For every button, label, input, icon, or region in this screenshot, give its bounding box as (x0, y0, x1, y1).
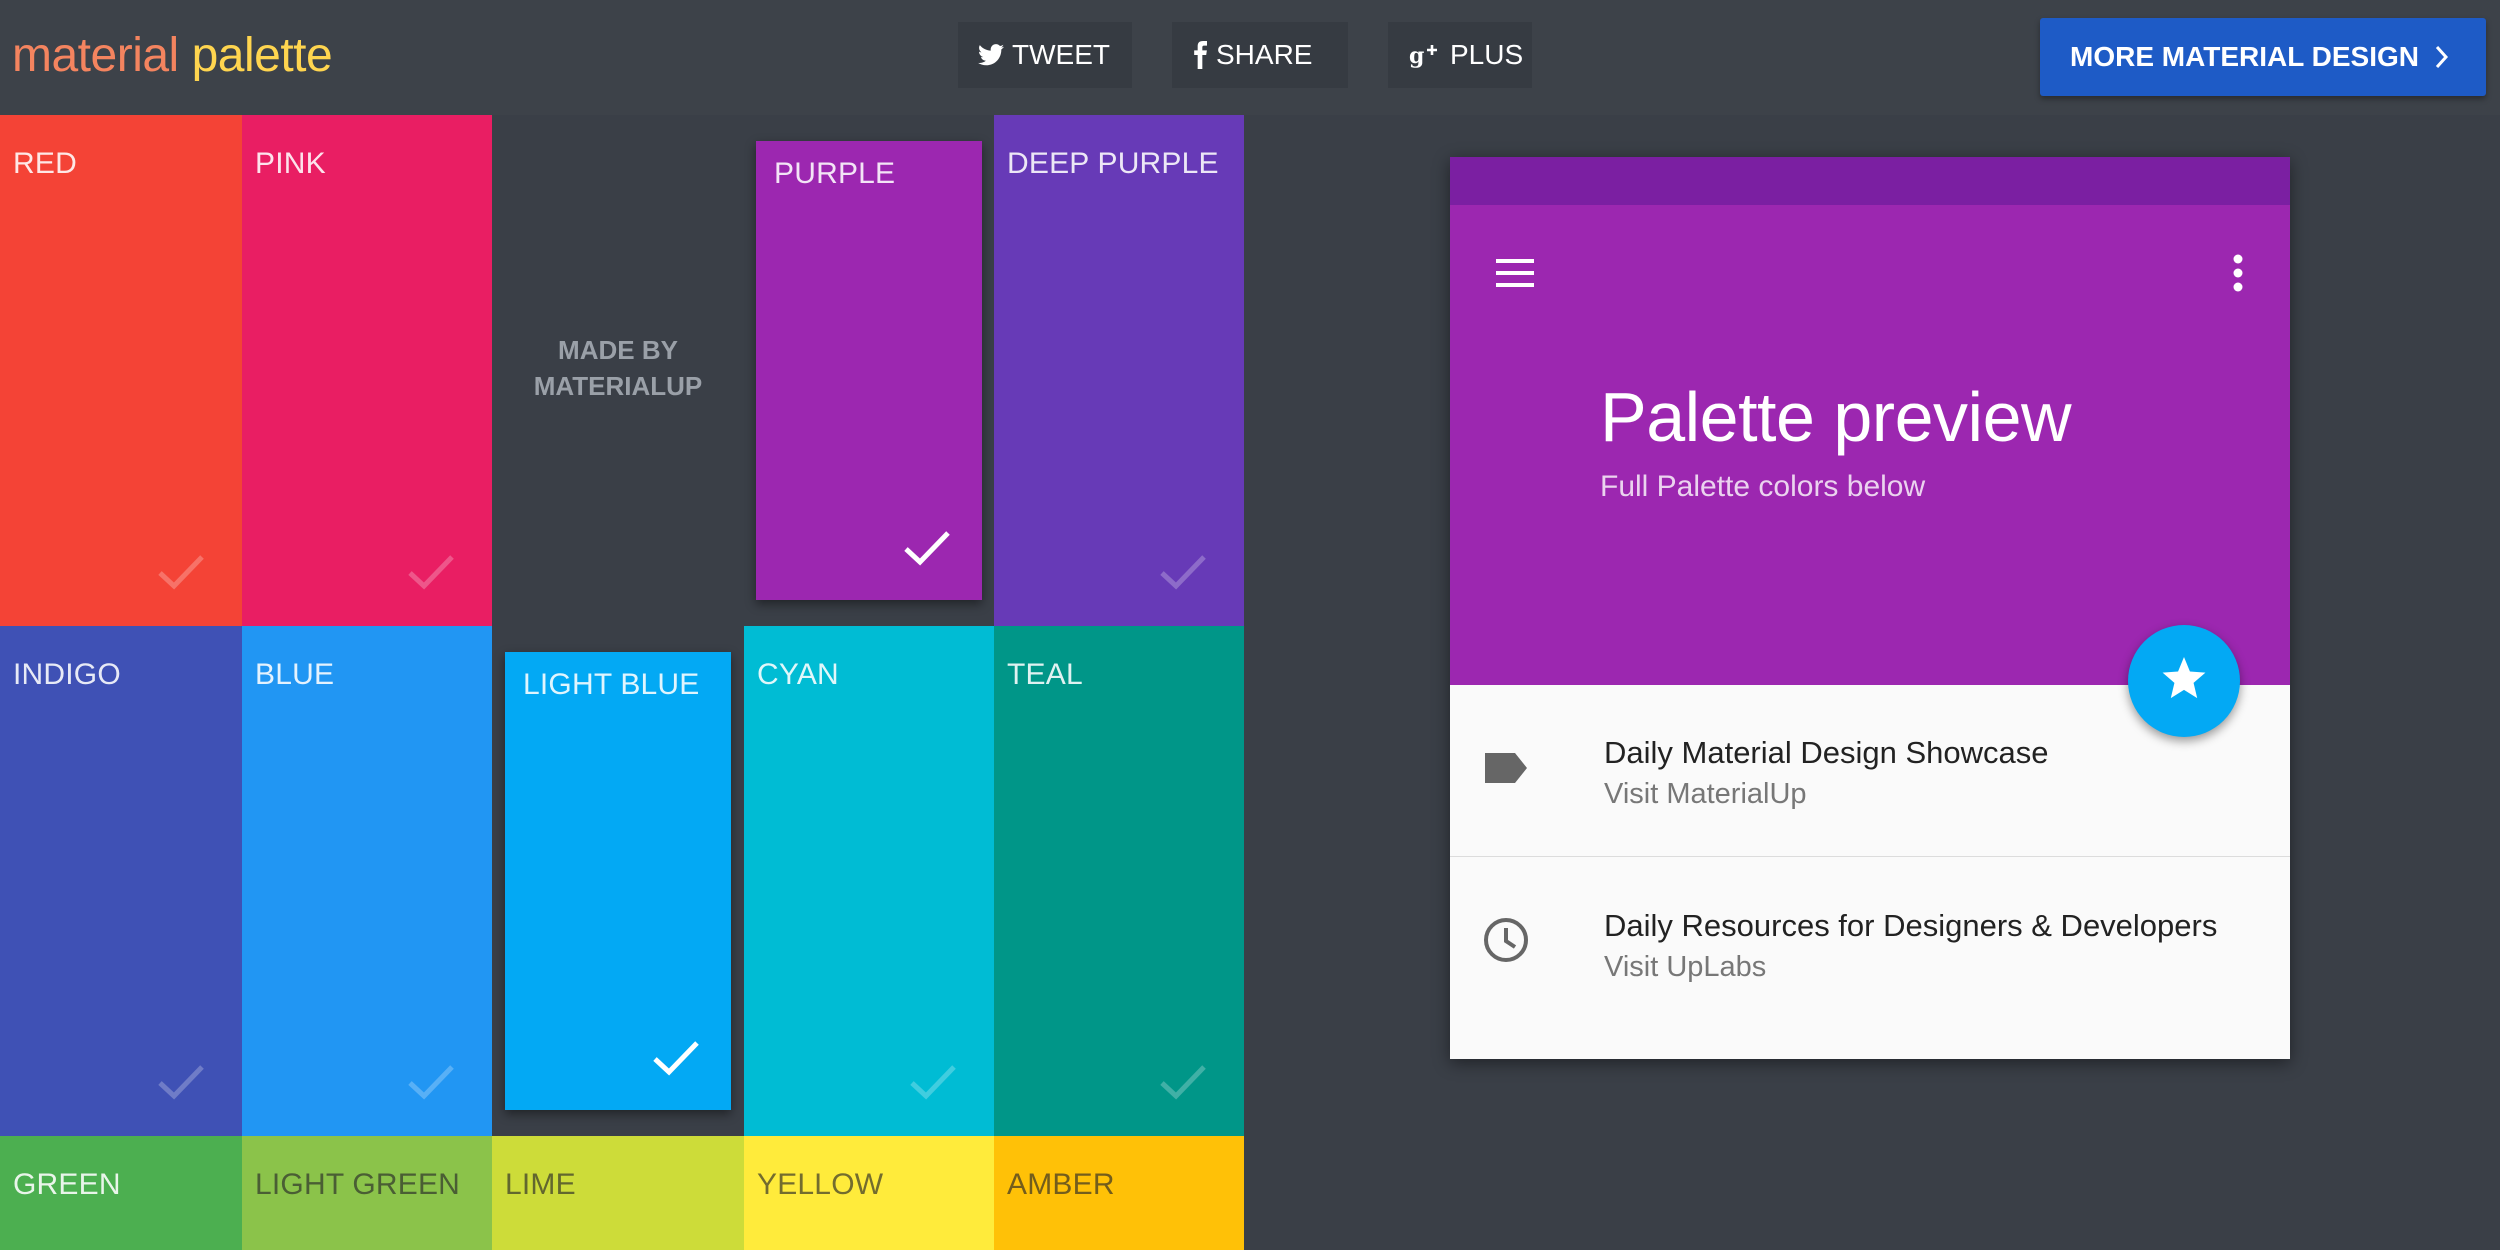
tweet-button[interactable]: TWEET (958, 22, 1132, 88)
color-label: DEEP PURPLE (1007, 147, 1219, 180)
color-label: PURPLE (774, 157, 896, 190)
top-bar: material palette TWEET SHARE g PLUS MORE… (0, 0, 2500, 115)
palette-preview-card: Palette preview Full Palette colors belo… (1450, 157, 2290, 1059)
check-icon (908, 1063, 958, 1106)
color-tile-pink[interactable]: PINK (242, 115, 492, 626)
twitter-icon (978, 44, 1004, 66)
tweet-label: TWEET (1012, 39, 1110, 70)
check-icon (156, 1063, 206, 1106)
list-item-subtitle: Visit UpLabs (1604, 951, 1767, 983)
google-plus-icon: g (1408, 42, 1442, 68)
more-material-design-button[interactable]: MORE MATERIAL DESIGN (2040, 18, 2486, 96)
color-tile-green[interactable]: GREEN (0, 1136, 242, 1250)
list-item-title: Daily Resources for Designers & Develope… (1604, 908, 2218, 943)
logo-word-palette: palette (191, 29, 333, 82)
color-label: AMBER (1007, 1168, 1115, 1201)
logo[interactable]: material palette (12, 26, 333, 86)
preview-subtitle: Full Palette colors below (1600, 470, 1926, 503)
color-label: TEAL (1007, 658, 1083, 691)
check-icon (406, 553, 456, 596)
list-item-subtitle: Visit MaterialUp (1604, 778, 1807, 810)
made-by-materialup[interactable]: MADE BY MATERIALUP (493, 332, 743, 404)
color-label: PINK (255, 147, 326, 180)
color-label: INDIGO (13, 658, 121, 691)
color-tile-lime[interactable]: LIME (492, 1136, 744, 1250)
logo-word-material: material (12, 29, 179, 82)
list-item[interactable]: Daily Resources for Designers & Develope… (1450, 858, 2290, 1030)
more-material-design-label: MORE MATERIAL DESIGN (2070, 41, 2419, 72)
plus-label: PLUS (1450, 39, 1524, 70)
color-label: RED (13, 147, 77, 180)
color-tile-indigo[interactable]: INDIGO (0, 626, 242, 1136)
color-tile-teal[interactable]: TEAL (994, 626, 1244, 1136)
plus-button[interactable]: g PLUS (1388, 22, 1532, 88)
color-label: BLUE (255, 658, 335, 691)
check-icon (1158, 553, 1208, 596)
color-tile-blue[interactable]: BLUE (242, 626, 492, 1136)
facebook-icon (1192, 41, 1208, 69)
status-bar (1450, 157, 2290, 205)
menu-icon[interactable] (1494, 257, 1536, 294)
label-icon (1482, 751, 1530, 790)
color-tile-yellow[interactable]: YELLOW (744, 1136, 994, 1250)
color-tile-cyan[interactable]: CYAN (744, 626, 994, 1136)
share-button[interactable]: SHARE (1172, 22, 1348, 88)
list-item-title: Daily Material Design Showcase (1604, 735, 2049, 770)
check-icon (156, 553, 206, 596)
check-icon (1158, 1063, 1208, 1106)
list-item[interactable]: Daily Material Design Showcase Visit Mat… (1450, 685, 2290, 857)
color-tile-red[interactable]: RED (0, 115, 242, 626)
color-label: YELLOW (757, 1168, 884, 1201)
color-tile-deep-purple[interactable]: DEEP PURPLE (994, 115, 1244, 626)
color-tile-purple[interactable]: PURPLE (756, 141, 982, 600)
color-tile-light-green[interactable]: LIGHT GREEN (242, 1136, 492, 1250)
share-label: SHARE (1216, 39, 1313, 70)
color-label: LIGHT BLUE (523, 668, 700, 701)
color-label: CYAN (757, 658, 839, 691)
color-tile-amber[interactable]: AMBER (994, 1136, 1244, 1250)
clock-icon (1482, 918, 1530, 969)
svg-text:g: g (1409, 43, 1424, 68)
color-label: GREEN (13, 1168, 121, 1201)
color-label: LIME (505, 1168, 576, 1201)
check-icon (406, 1063, 456, 1106)
color-tile-light-blue[interactable]: LIGHT BLUE (505, 652, 731, 1110)
preview-title: Palette preview (1600, 378, 2072, 456)
chevron-right-icon (2434, 44, 2450, 77)
more-vert-icon[interactable] (2232, 253, 2244, 298)
color-label: LIGHT GREEN (255, 1168, 461, 1201)
check-icon (902, 529, 952, 572)
check-icon (651, 1039, 701, 1082)
